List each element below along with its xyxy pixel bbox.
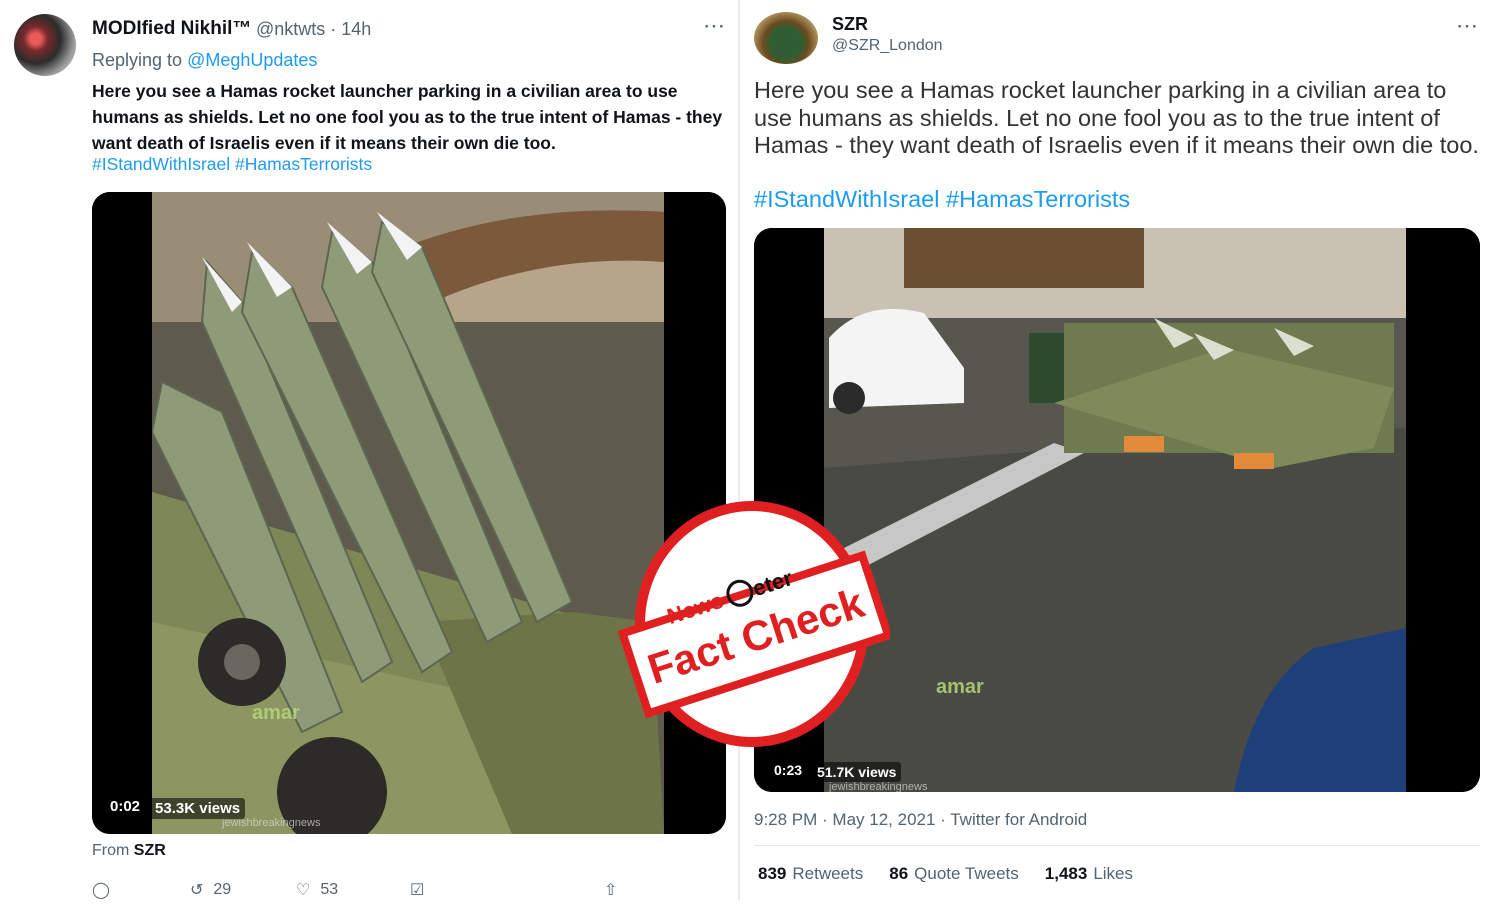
- tweet-text: Here you see a Hamas rocket launcher par…: [92, 81, 723, 153]
- more-icon[interactable]: ⋯: [1456, 15, 1479, 37]
- reply-icon: ◯: [92, 882, 110, 899]
- stat-count: 1,483: [1044, 864, 1088, 883]
- stat-label: Quote Tweets: [914, 864, 1019, 883]
- from-label: From: [92, 842, 130, 859]
- reply-button[interactable]: ◯: [92, 880, 110, 900]
- like-icon: ♡: [296, 882, 311, 899]
- bookmark-icon: ☑: [410, 882, 425, 899]
- hashtags-link[interactable]: #IStandWithIsrael #HamasTerrorists: [754, 186, 1130, 213]
- engagement-stats: 839 Retweets 86 Quote Tweets 1,483 Likes: [758, 864, 1133, 884]
- video-watermark: amar: [936, 676, 984, 698]
- stat-quote-tweets[interactable]: 86 Quote Tweets: [889, 864, 1019, 884]
- like-button[interactable]: ♡ 53: [296, 880, 338, 900]
- avatar[interactable]: [754, 12, 818, 64]
- display-name[interactable]: MODIfied Nikhil™: [92, 18, 251, 40]
- bookmark-button[interactable]: ☑: [410, 880, 424, 900]
- tweet-text: Here you see a Hamas rocket launcher par…: [754, 77, 1479, 158]
- handle-time[interactable]: @nktwts · 14h: [256, 19, 371, 40]
- video-watermark: amar: [252, 702, 300, 724]
- stat-likes[interactable]: 1,483 Likes: [1045, 864, 1133, 884]
- video-views: 51.7K views: [812, 762, 902, 782]
- from-attribution: From SZR: [92, 842, 166, 860]
- hashtags-link[interactable]: #IStandWithIsrael #HamasTerrorists: [92, 154, 372, 175]
- video-time: 0:23: [774, 762, 803, 778]
- video-small-watermark: jewishbreakingnews: [829, 781, 928, 792]
- fact-check-stamp-graphic: News eter Fact Check: [617, 501, 894, 747]
- stats-divider: [754, 845, 1480, 846]
- stat-label: Retweets: [792, 864, 864, 883]
- video-overlay: 0:23 51.7K views: [774, 762, 902, 782]
- stat-count: 839: [758, 864, 787, 883]
- replying-to: Replying to @MeghUpdates: [92, 50, 317, 71]
- handle[interactable]: @SZR_London: [832, 37, 943, 55]
- stat-retweets[interactable]: 839 Retweets: [758, 864, 863, 884]
- share-icon: ⇧: [604, 882, 618, 899]
- fact-check-stamp: News eter Fact Check: [614, 501, 894, 747]
- more-icon[interactable]: ⋯: [703, 15, 726, 37]
- reply-prefix: Replying to: [92, 50, 183, 70]
- tweet-timestamp[interactable]: 9:28 PM · May 12, 2021 · Twitter for And…: [754, 810, 1087, 830]
- avatar[interactable]: [14, 14, 76, 76]
- video-time: 0:02: [110, 798, 141, 815]
- action-bar: ◯ ↺ 29 ♡ 53 ☑ ⇧: [92, 880, 632, 904]
- share-button[interactable]: ⇧: [604, 880, 617, 900]
- video-views: 53.3K views: [150, 798, 246, 819]
- reply-mention-link[interactable]: @MeghUpdates: [187, 50, 317, 70]
- display-name[interactable]: SZR: [832, 14, 868, 35]
- retweet-button[interactable]: ↺ 29: [190, 880, 231, 900]
- like-count: 53: [320, 881, 339, 898]
- stat-count: 86: [889, 864, 909, 883]
- stat-label: Likes: [1093, 864, 1133, 883]
- video-overlay: 0:02 53.3K views: [110, 798, 246, 819]
- from-name[interactable]: SZR: [134, 842, 166, 859]
- retweet-count: 29: [213, 881, 232, 898]
- retweet-icon: ↺: [190, 882, 204, 899]
- panel-divider: [738, 0, 740, 900]
